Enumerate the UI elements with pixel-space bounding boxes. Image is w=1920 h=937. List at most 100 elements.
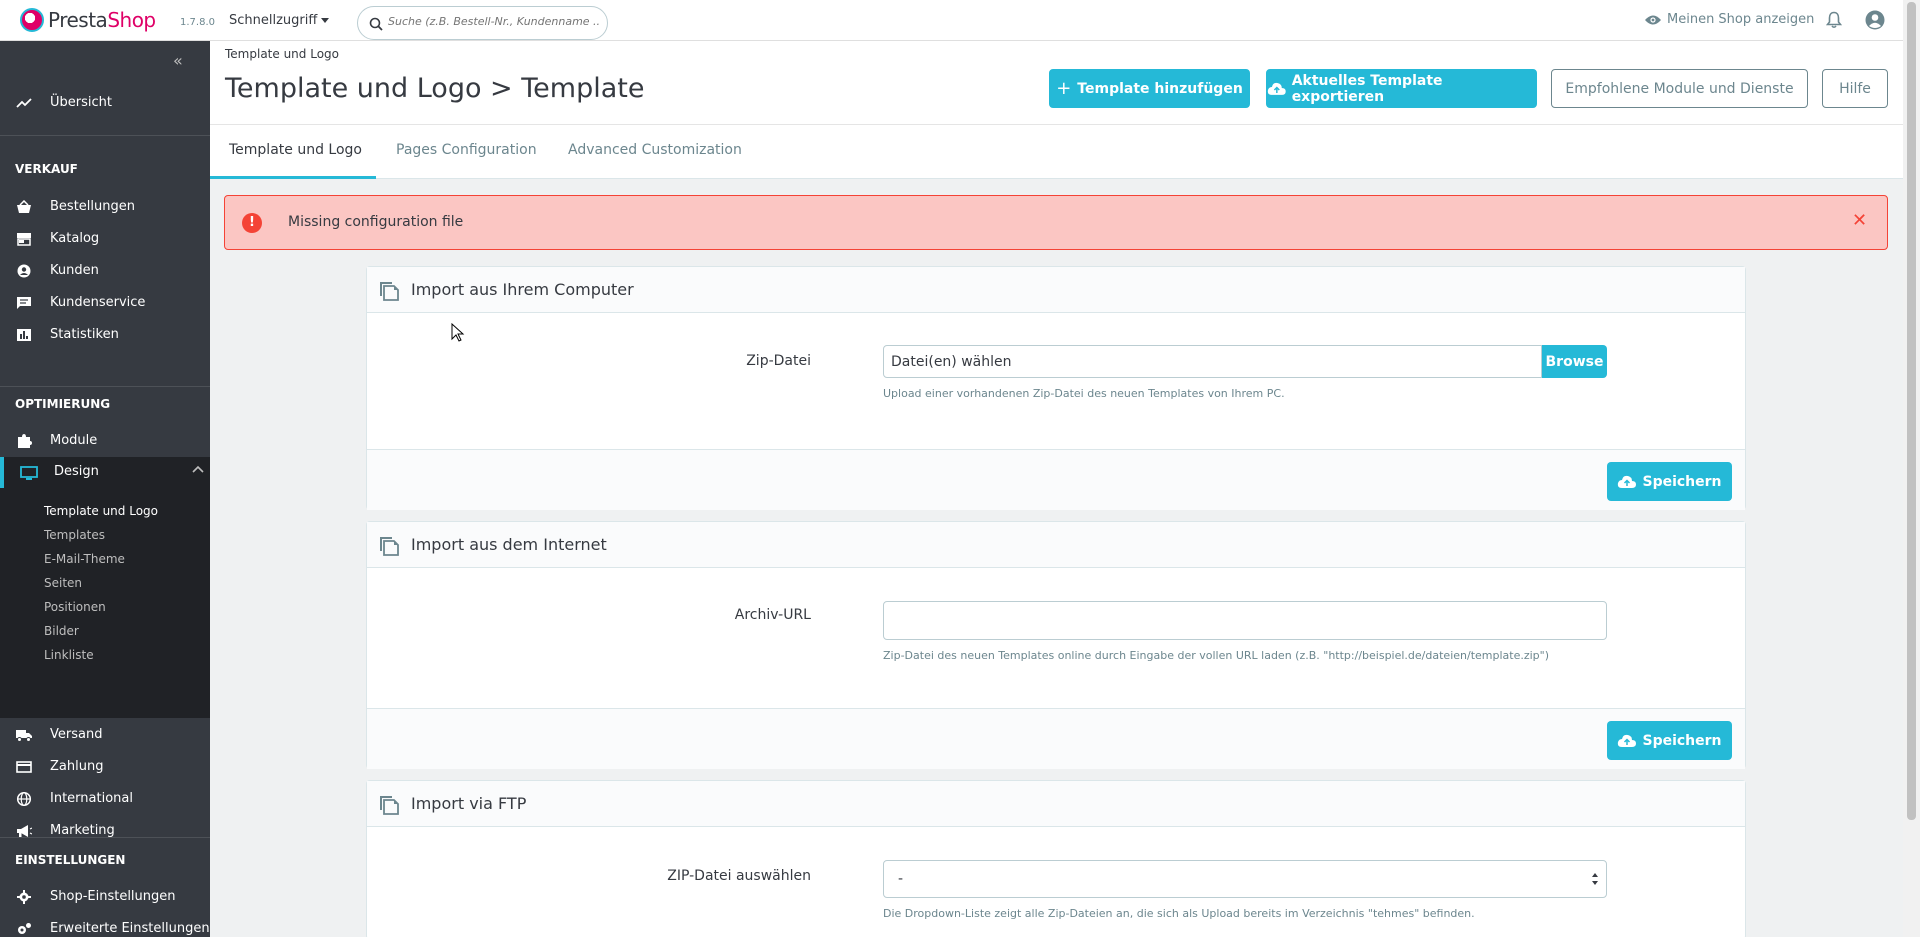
add-template-button[interactable]: + Template hinzufügen — [1049, 69, 1250, 108]
user-account-icon[interactable] — [1865, 10, 1885, 30]
shopping-basket-icon — [17, 200, 31, 213]
panel-title: Import aus Ihrem Computer — [411, 280, 634, 299]
bar-chart-icon — [17, 329, 31, 341]
sidebar-nav: « Übersicht VERKAUF Bestellungen Katalog… — [0, 41, 210, 937]
show-shop-label: Meinen Shop anzeigen — [1667, 12, 1815, 27]
sidebar-item-shop-settings[interactable]: Shop-Einstellungen — [0, 881, 210, 913]
submenu-item-images[interactable]: Bilder — [44, 624, 79, 638]
active-tab-indicator — [210, 176, 376, 179]
sidebar-item-shipping[interactable]: Versand — [0, 719, 210, 751]
sidebar-item-label: Kunden — [50, 263, 99, 278]
panel-heading: Import aus dem Internet — [367, 522, 1745, 568]
close-icon[interactable]: ✕ — [1852, 210, 1867, 231]
zip-select-label: ZIP-Datei auswählen — [667, 868, 811, 884]
tab-template-logo[interactable]: Template und Logo — [229, 142, 362, 158]
section-title-improve: OPTIMIERUNG — [15, 397, 111, 411]
panel-title: Import via FTP — [411, 794, 527, 813]
panel-heading: Import aus Ihrem Computer — [367, 267, 1745, 313]
save-label: Speichern — [1642, 732, 1722, 749]
top-header: PrestaShop 1.7.8.0 Schnellzugriff Meinen… — [0, 0, 1903, 41]
design-submenu: Template und Logo Templates E-Mail-Theme… — [0, 488, 210, 718]
recommended-modules-label: Empfohlene Module und Dienste — [1565, 80, 1794, 97]
sidebar-item-catalog[interactable]: Katalog — [0, 223, 210, 255]
customer-icon — [17, 264, 31, 278]
tab-advanced-customization[interactable]: Advanced Customization — [568, 142, 742, 158]
submenu-item-email-theme[interactable]: E-Mail-Theme — [44, 552, 125, 566]
search-icon — [369, 17, 383, 31]
globe-icon — [16, 792, 32, 806]
sidebar-item-customers[interactable]: Kunden — [0, 255, 210, 287]
chevron-up-icon — [192, 465, 204, 473]
quick-access-label: Schnellzugriff — [229, 13, 318, 28]
add-template-label: Template hinzufügen — [1077, 80, 1243, 97]
save-label: Speichern — [1642, 473, 1722, 490]
show-shop-link[interactable]: Meinen Shop anzeigen — [1644, 12, 1814, 27]
sidebar-divider — [0, 837, 210, 838]
sidebar-item-payment[interactable]: Zahlung — [0, 751, 210, 783]
sidebar-item-international[interactable]: International — [0, 783, 210, 815]
monitor-icon — [20, 466, 38, 480]
section-title-configure: EINSTELLUNGEN — [15, 853, 126, 867]
sidebar-divider — [0, 386, 210, 387]
zip-file-select[interactable]: - — [883, 860, 1607, 898]
cloud-upload-icon — [1618, 475, 1637, 488]
archive-url-label: Archiv-URL — [734, 607, 811, 623]
browse-button[interactable]: Browse — [1542, 345, 1607, 378]
submenu-item-pages[interactable]: Seiten — [44, 576, 82, 590]
caret-down-icon — [321, 18, 330, 23]
breadcrumb[interactable]: Template und Logo — [225, 47, 339, 61]
save-button[interactable]: Speichern — [1607, 462, 1732, 501]
prestashop-logo-icon — [20, 8, 44, 32]
search-box[interactable] — [357, 6, 608, 40]
zip-file-label: Zip-Datei — [746, 353, 811, 369]
cloud-upload-icon — [1267, 82, 1286, 95]
sidebar-item-overview[interactable]: Übersicht — [0, 87, 210, 119]
submenu-item-link-list[interactable]: Linkliste — [44, 648, 94, 662]
recommended-modules-button[interactable]: Empfohlene Module und Dienste — [1551, 69, 1808, 108]
panel-footer: Speichern — [367, 449, 1745, 510]
quick-access-dropdown[interactable]: Schnellzugriff — [229, 13, 330, 28]
submenu-item-templates[interactable]: Templates — [44, 528, 105, 542]
sidebar-item-customer-service[interactable]: Kundenservice — [0, 287, 210, 319]
search-input[interactable] — [388, 15, 600, 28]
tab-pages-configuration[interactable]: Pages Configuration — [396, 142, 537, 158]
save-button[interactable]: Speichern — [1607, 721, 1732, 760]
notifications-bell-icon[interactable] — [1826, 11, 1842, 29]
sidebar-item-label: Module — [50, 433, 98, 448]
sidebar-item-label: Katalog — [50, 231, 100, 246]
import-ftp-panel: Import via FTP ZIP-Datei auswählen - Die… — [366, 780, 1746, 937]
sidebar-item-label: Shop-Einstellungen — [50, 889, 176, 904]
sidebar-item-marketing[interactable]: Marketing — [0, 815, 210, 847]
sidebar-item-orders[interactable]: Bestellungen — [0, 191, 210, 223]
zip-file-input[interactable]: Datei(en) wählen — [883, 345, 1542, 378]
file-input-value: Datei(en) wählen — [891, 354, 1012, 370]
page-title: Template und Logo > Template — [225, 73, 645, 104]
sidebar-item-stats[interactable]: Statistiken — [0, 319, 210, 351]
help-button[interactable]: Hilfe — [1822, 69, 1888, 108]
help-label: Hilfe — [1839, 80, 1871, 97]
help-text: Die Dropdown-Liste zeigt alle Zip-Dateie… — [883, 907, 1475, 920]
puzzle-icon — [18, 434, 32, 448]
sidebar-item-label: Design — [54, 464, 99, 479]
sidebar-item-design[interactable]: Design — [0, 457, 210, 488]
sidebar-item-modules[interactable]: Module — [0, 425, 210, 457]
sidebar-item-label: Versand — [50, 727, 103, 742]
select-arrows-icon — [1592, 873, 1598, 885]
help-text: Zip-Datei des neuen Templates online dur… — [883, 649, 1550, 662]
submenu-item-positions[interactable]: Positionen — [44, 600, 106, 614]
page-scrollbar[interactable] — [1903, 0, 1920, 937]
archive-url-input[interactable] — [883, 601, 1607, 640]
gear-icon — [17, 890, 31, 904]
credit-card-icon — [16, 761, 32, 773]
submenu-item-template-logo[interactable]: Template und Logo — [44, 504, 158, 518]
sidebar-divider — [0, 135, 210, 136]
alert-message: Missing configuration file — [288, 214, 464, 230]
version-label: 1.7.8.0 — [180, 17, 215, 28]
sidebar-item-advanced-settings[interactable]: Erweiterte Einstellungen — [0, 913, 210, 937]
megaphone-icon — [17, 825, 32, 837]
prestashop-logo[interactable]: PrestaShop — [20, 8, 156, 32]
export-template-button[interactable]: Aktuelles Template exportieren — [1266, 69, 1537, 108]
eye-icon — [1645, 15, 1661, 24]
scrollbar-thumb[interactable] — [1907, 2, 1916, 820]
collapse-sidebar-icon[interactable]: « — [173, 51, 183, 70]
